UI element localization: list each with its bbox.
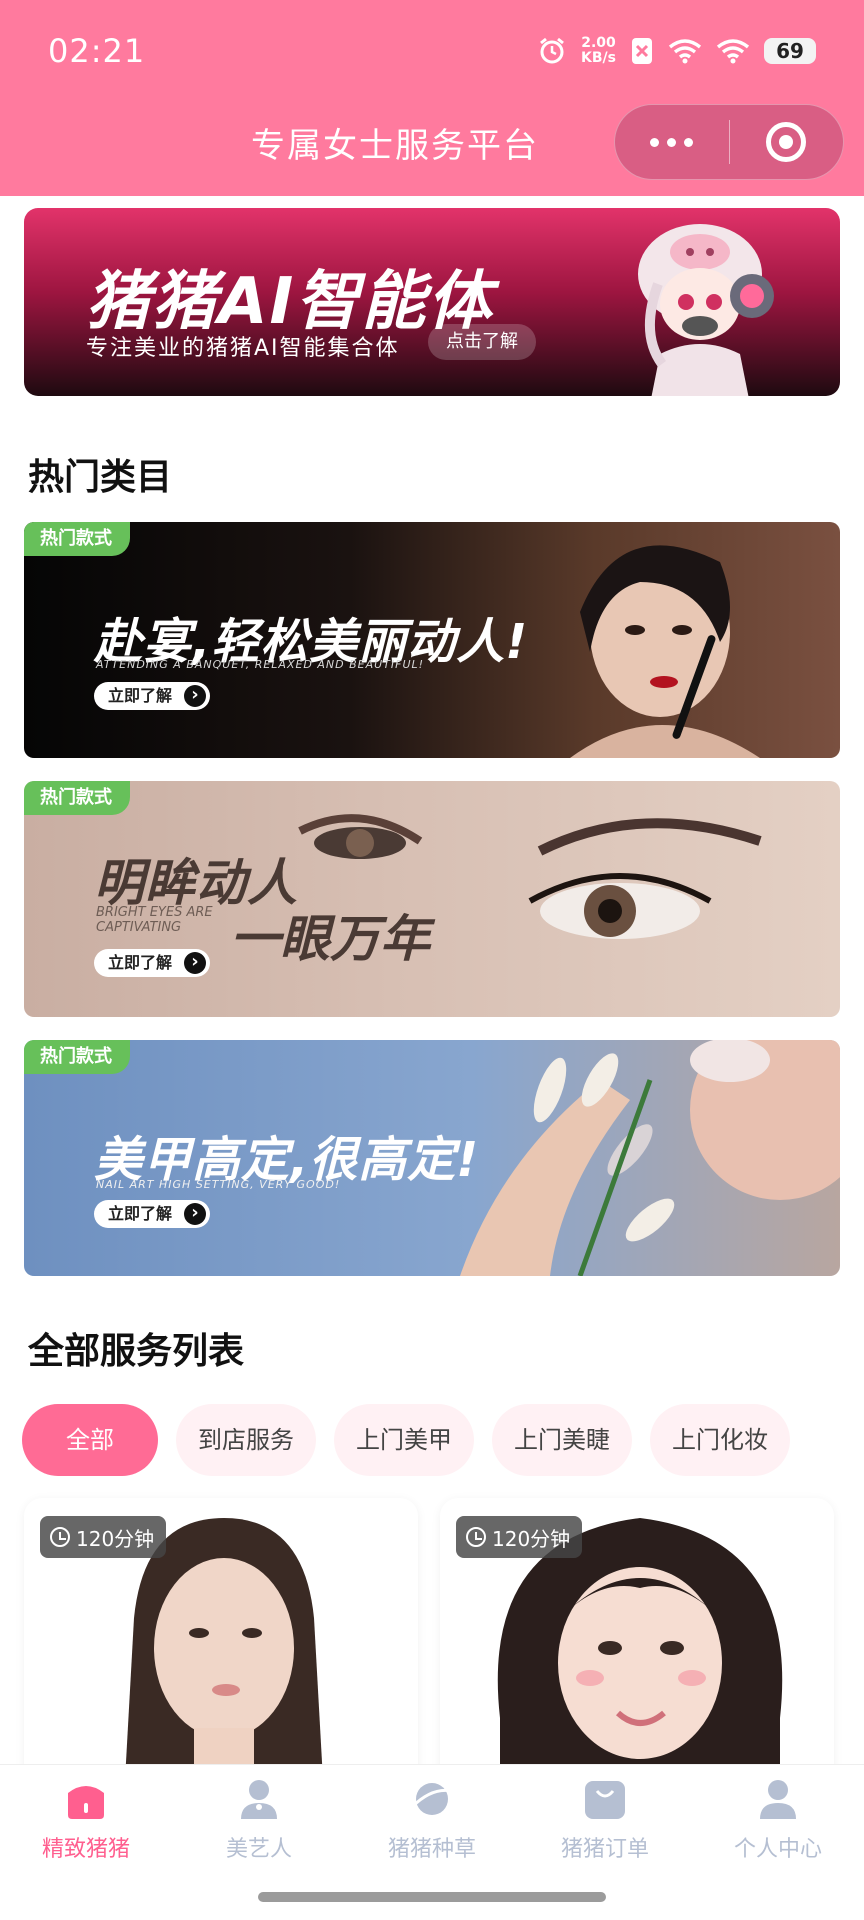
service-filter-chips: 全部 到店服务 上门美甲 上门美睫 上门化妆 — [22, 1404, 790, 1476]
duration-badge: 120分钟 — [40, 1516, 167, 1558]
status-time: 02:21 — [48, 32, 146, 70]
tab-profile[interactable]: 个人中心 — [692, 1777, 864, 1863]
tab-label: 猪猪种草 — [387, 1837, 476, 1862]
ai-banner-title: 猪猪AI智能体 — [86, 265, 494, 339]
filter-chip-in-store[interactable]: 到店服务 — [176, 1404, 316, 1476]
battery-indicator: 69 — [764, 38, 816, 64]
pig-mascot-illustration — [638, 224, 774, 396]
duration-text: 120分钟 — [492, 1526, 571, 1551]
hot-banner-banquet[interactable]: 热门款式 赴宴,轻松美丽动人! ATTENDING A BANQUET, REL… — [24, 522, 840, 758]
hot-banner-eyelash[interactable]: 热门款式 明眸动人 BRIGHT EYES ARE CAPTIVATING 一眼… — [24, 781, 840, 1017]
banner-subtitle: NAIL ART HIGH SETTING, VERY GOOD! — [96, 1178, 341, 1191]
net-speed-value: 2.00 — [581, 35, 616, 51]
net-speed-unit: KB/s — [581, 50, 616, 66]
home-indicator[interactable] — [258, 1892, 606, 1902]
banner-learn-more-button[interactable]: 立即了解 — [94, 682, 211, 710]
banner-title-line2: 一眼万年 — [230, 910, 430, 968]
tab-label: 猪猪订单 — [560, 1837, 649, 1862]
order-bag-icon — [585, 1781, 625, 1819]
hot-categories-title: 热门类目 — [28, 457, 173, 498]
banner-subtitle: BRIGHT EYES ARE CAPTIVATING — [96, 905, 213, 935]
more-dot-icon — [667, 137, 677, 147]
clock-icon — [466, 1527, 486, 1547]
banner-subtitle: ATTENDING A BANQUET, RELAXED AND BEAUTIF… — [96, 658, 425, 671]
tab-orders[interactable]: 猪猪订单 — [519, 1777, 691, 1863]
more-dot-icon — [684, 137, 694, 147]
filter-chip-home-nails[interactable]: 上门美甲 — [334, 1404, 474, 1476]
wifi-plus-icon — [668, 39, 702, 64]
service-list-title: 全部服务列表 — [28, 1331, 245, 1372]
ai-banner-subtitle: 专注美业的猪猪AI智能集合体 — [86, 336, 400, 361]
banner-learn-more-button[interactable]: 立即了解 — [94, 1200, 211, 1228]
filter-chip-all[interactable]: 全部 — [22, 1404, 158, 1476]
tab-label: 个人中心 — [733, 1837, 822, 1862]
hot-tag: 热门款式 — [24, 1040, 130, 1074]
duration-text: 120分钟 — [76, 1526, 155, 1551]
tab-home[interactable]: 精致猪猪 — [0, 1777, 172, 1863]
more-menu-button[interactable] — [615, 137, 729, 147]
banner-learn-more-button[interactable]: 立即了解 — [94, 949, 211, 977]
service-card[interactable]: 120分钟 — [24, 1498, 418, 1798]
ai-agent-banner[interactable]: 猪猪AI智能体 专注美业的猪猪AI智能集合体 点击了解 — [24, 208, 840, 396]
clock-icon — [50, 1527, 70, 1547]
net-speed: 2.00 KB/s — [581, 36, 616, 66]
tab-recommend[interactable]: 猪猪种草 — [346, 1777, 518, 1863]
target-icon — [766, 122, 807, 162]
app-page: 02:21 2.00 KB/s 69 专属女士服务平台 猪猪AI智能体 专注美业… — [0, 0, 864, 1920]
tab-artists[interactable]: 美艺人 — [173, 1777, 345, 1863]
ai-banner-learn-more-button[interactable]: 点击了解 — [428, 324, 536, 360]
artist-icon — [241, 1780, 277, 1819]
sim-off-icon — [632, 38, 652, 64]
hot-banner-nails[interactable]: 热门款式 美甲高定,很高定! NAIL ART HIGH SETTING, VE… — [24, 1040, 840, 1276]
more-dot-icon — [650, 137, 660, 147]
close-miniprogram-button[interactable] — [730, 122, 844, 162]
tab-label: 美艺人 — [225, 1837, 292, 1862]
status-icons: 2.00 KB/s 69 — [537, 32, 816, 70]
hot-tag: 热门款式 — [24, 781, 130, 815]
tab-label: 精致猪猪 — [41, 1837, 130, 1862]
home-icon — [68, 1786, 104, 1819]
hot-tag: 热门款式 — [24, 522, 130, 556]
wifi-icon — [716, 39, 750, 64]
alarm-icon — [540, 37, 564, 64]
service-card[interactable]: 120分钟 — [440, 1498, 834, 1798]
miniprogram-capsule — [614, 104, 844, 180]
filter-chip-home-makeup[interactable]: 上门化妆 — [650, 1404, 790, 1476]
user-icon — [760, 1780, 796, 1819]
top-bar: 02:21 2.00 KB/s 69 专属女士服务平台 — [0, 0, 864, 196]
filter-chip-home-lashes[interactable]: 上门美睫 — [492, 1404, 632, 1476]
planet-icon — [410, 1783, 453, 1815]
duration-badge: 120分钟 — [456, 1516, 583, 1558]
